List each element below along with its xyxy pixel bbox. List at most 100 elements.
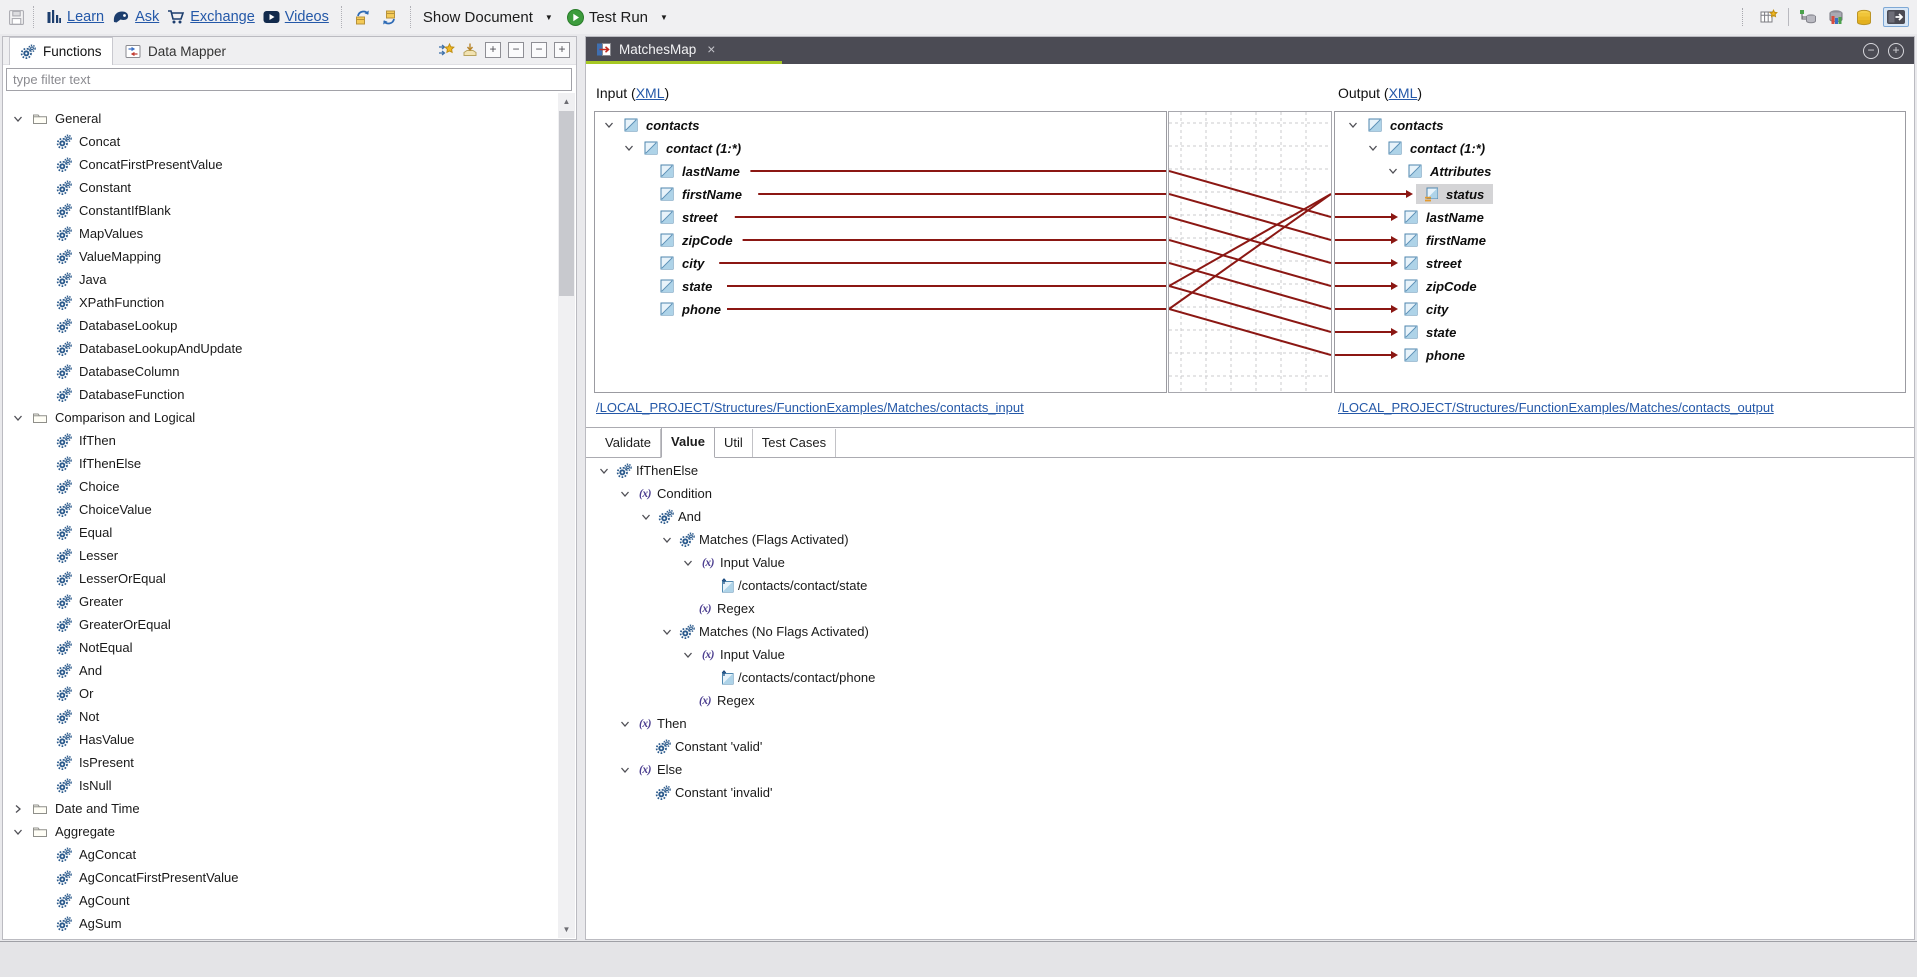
- save-icon[interactable]: [8, 9, 25, 26]
- function-row[interactable]: [3, 935, 558, 938]
- function-row[interactable]: ConstantIfBlank: [3, 199, 558, 222]
- value-tree-row[interactable]: Matches (No Flags Activated): [586, 620, 1914, 643]
- function-row[interactable]: IfThenElse: [3, 452, 558, 475]
- input-xml-link[interactable]: XML: [636, 85, 665, 101]
- schema-node-contacts[interactable]: contacts: [1335, 114, 1905, 136]
- tab-value[interactable]: Value: [661, 427, 715, 458]
- minimize-view-icon[interactable]: −: [531, 42, 547, 58]
- value-tree-row[interactable]: (x)Input Value: [586, 643, 1914, 666]
- collapse-all-icon[interactable]: −: [508, 42, 524, 58]
- value-tree-row[interactable]: Constant 'valid': [586, 735, 1914, 758]
- structure-tree-icon[interactable]: [1799, 9, 1817, 26]
- value-tree-row[interactable]: (x)Then: [586, 712, 1914, 735]
- exchange-link[interactable]: Exchange: [167, 9, 255, 25]
- function-row[interactable]: Not: [3, 705, 558, 728]
- editor-tab-matchesmap[interactable]: MatchesMap ×: [586, 37, 782, 64]
- learn-link[interactable]: Learn: [46, 9, 104, 25]
- schema-node-contact-1-[interactable]: contact (1:*): [595, 137, 1166, 159]
- chevron-down-icon[interactable]: [11, 826, 25, 838]
- schema-node-phone[interactable]: phone: [595, 298, 1166, 320]
- value-tree-row[interactable]: /contacts/contact/phone: [586, 666, 1914, 689]
- new-table-icon[interactable]: [1760, 9, 1778, 26]
- ask-link[interactable]: Ask: [112, 9, 159, 25]
- function-row[interactable]: IfThen: [3, 429, 558, 452]
- expand-all-icon[interactable]: +: [485, 42, 501, 58]
- schema-node-lastname[interactable]: lastName: [1335, 206, 1905, 228]
- function-row[interactable]: Choice: [3, 475, 558, 498]
- chevron-down-icon[interactable]: [617, 764, 633, 776]
- schema-node-status[interactable]: status: [1335, 183, 1905, 205]
- schema-node-attributes[interactable]: Attributes: [1335, 160, 1905, 182]
- tab-validate[interactable]: Validate: [596, 429, 661, 457]
- chevron-down-icon[interactable]: [659, 626, 675, 638]
- active-perspective-button[interactable]: [1883, 7, 1909, 27]
- function-row[interactable]: Equal: [3, 521, 558, 544]
- function-row[interactable]: AgSum: [3, 912, 558, 935]
- value-tree-row[interactable]: IfThenElse: [586, 459, 1914, 482]
- schema-node-lastname[interactable]: lastName: [595, 160, 1166, 182]
- schema-node-firstname[interactable]: firstName: [595, 183, 1166, 205]
- chevron-right-icon[interactable]: [11, 803, 25, 815]
- tab-functions[interactable]: Functions: [9, 37, 113, 65]
- chevron-down-icon[interactable]: [1346, 119, 1360, 131]
- value-tree-row[interactable]: (x)Input Value: [586, 551, 1914, 574]
- db-report-icon[interactable]: [1827, 9, 1845, 26]
- chevron-down-icon[interactable]: [659, 534, 675, 546]
- chevron-down-icon[interactable]: [596, 465, 612, 477]
- value-tree-row[interactable]: (x)Regex: [586, 597, 1914, 620]
- function-category-row[interactable]: Aggregate: [3, 820, 558, 843]
- function-row[interactable]: MapValues: [3, 222, 558, 245]
- function-row[interactable]: ValueMapping: [3, 245, 558, 268]
- scrollbar-thumb[interactable]: [559, 111, 574, 296]
- chevron-down-icon[interactable]: [622, 142, 636, 154]
- close-icon[interactable]: ×: [707, 41, 715, 57]
- schema-node-state[interactable]: state: [595, 275, 1166, 297]
- function-row[interactable]: Java: [3, 268, 558, 291]
- value-tree-row[interactable]: (x)Regex: [586, 689, 1914, 712]
- import-function-icon[interactable]: [462, 42, 478, 58]
- schema-node-contacts[interactable]: contacts: [595, 114, 1166, 136]
- chevron-down-icon[interactable]: [617, 718, 633, 730]
- function-category-row[interactable]: Comparison and Logical: [3, 406, 558, 429]
- function-row[interactable]: And: [3, 659, 558, 682]
- tab-util[interactable]: Util: [715, 429, 753, 457]
- chevron-down-icon[interactable]: [617, 488, 633, 500]
- function-category-row[interactable]: General: [3, 107, 558, 130]
- test-run-button[interactable]: Test Run ▼: [567, 9, 668, 26]
- schema-node-phone[interactable]: phone: [1335, 344, 1905, 366]
- schema-node-firstname[interactable]: firstName: [1335, 229, 1905, 251]
- videos-link[interactable]: Videos: [263, 9, 329, 25]
- chevron-down-icon[interactable]: [680, 649, 696, 661]
- function-row[interactable]: Greater: [3, 590, 558, 613]
- function-row[interactable]: DatabaseLookup: [3, 314, 558, 337]
- sync-pull-icon[interactable]: [354, 9, 372, 26]
- value-tree-row[interactable]: (x)Condition: [586, 482, 1914, 505]
- function-row[interactable]: AgConcatFirstPresentValue: [3, 866, 558, 889]
- schema-node-city[interactable]: city: [595, 252, 1166, 274]
- function-row[interactable]: IsPresent: [3, 751, 558, 774]
- function-row[interactable]: ConcatFirstPresentValue: [3, 153, 558, 176]
- function-category-row[interactable]: Date and Time: [3, 797, 558, 820]
- mapping-canvas[interactable]: [1168, 111, 1332, 393]
- function-row[interactable]: GreaterOrEqual: [3, 613, 558, 636]
- link-with-editor-icon[interactable]: [438, 42, 455, 58]
- schema-node-zipcode[interactable]: zipCode: [595, 229, 1166, 251]
- chevron-down-icon[interactable]: [1366, 142, 1380, 154]
- maximize-editor-icon[interactable]: +: [1888, 43, 1904, 59]
- value-tree-row[interactable]: Constant 'invalid': [586, 781, 1914, 804]
- exchange-link-label[interactable]: Exchange: [190, 9, 255, 25]
- value-tree-row[interactable]: Matches (Flags Activated): [586, 528, 1914, 551]
- scroll-down-icon[interactable]: ▼: [558, 921, 575, 938]
- function-row[interactable]: ChoiceValue: [3, 498, 558, 521]
- show-document-dropdown[interactable]: Show Document ▼: [423, 9, 553, 26]
- schema-node-street[interactable]: street: [1335, 252, 1905, 274]
- filter-input[interactable]: [6, 68, 572, 91]
- chevron-down-icon[interactable]: [11, 412, 25, 424]
- schema-node-street[interactable]: street: [595, 206, 1166, 228]
- function-row[interactable]: DatabaseFunction: [3, 383, 558, 406]
- ask-link-label[interactable]: Ask: [135, 9, 159, 25]
- value-tree-row[interactable]: (x)Else: [586, 758, 1914, 781]
- value-tree-row[interactable]: /contacts/contact/state: [586, 574, 1914, 597]
- chevron-down-icon[interactable]: [638, 511, 654, 523]
- function-row[interactable]: Or: [3, 682, 558, 705]
